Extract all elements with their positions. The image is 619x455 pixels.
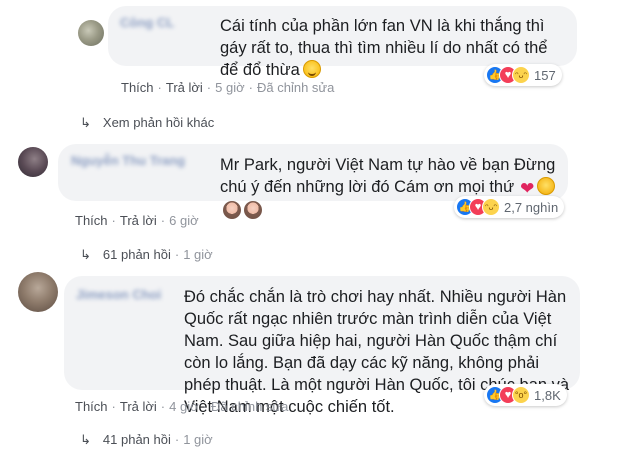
replies-link[interactable]: 61 phản hồi	[103, 247, 171, 262]
like-button[interactable]: Thích	[75, 213, 108, 228]
edited-label[interactable]: Đã chỉnh sửa	[257, 80, 334, 95]
reply-arrow-icon: ↳	[80, 432, 91, 447]
reply-button[interactable]: Trả lời	[120, 213, 157, 228]
view-more-replies[interactable]: ↳ Xem phản hồi khác	[80, 115, 214, 131]
like-button[interactable]: Thích	[75, 399, 108, 414]
comment-actions: Thích · Trả lời · 4 giờ · Đã chỉnh sửa	[75, 399, 289, 414]
comment-bubble: Nguyễn Thu Trang Mr Park, người Việt Nam…	[58, 144, 568, 219]
reaction-count: 157	[534, 67, 556, 83]
replies-time: 1 giờ	[183, 432, 213, 447]
comment-bubble: Jimeson Choi Đó chắc chắn là trò chơi ha…	[64, 276, 580, 416]
woman-emoji-icon	[223, 201, 241, 219]
comment-time[interactable]: 6 giờ	[169, 213, 199, 228]
reaction-summary[interactable]: 👍 ♥ °o° 1,8K	[484, 384, 567, 406]
reply-button[interactable]: Trả lời	[120, 399, 157, 414]
avatar[interactable]	[18, 272, 58, 312]
crying-emoji-icon	[537, 177, 556, 195]
reaction-summary[interactable]: 👍 ♥ ᵔᴗᵔ 2,7 nghìn	[454, 196, 565, 218]
comment-author[interactable]: Nguyễn Thu Trang	[71, 153, 185, 168]
avatar[interactable]	[18, 147, 48, 177]
avatar[interactable]	[78, 20, 104, 46]
reaction-count: 2,7 nghìn	[504, 199, 559, 215]
wow-icon: °o°	[512, 386, 530, 404]
comment-bubble: Công CL Cái tính của phần lớn fan VN là …	[108, 6, 577, 79]
reply-arrow-icon: ↳	[80, 115, 91, 130]
edited-label[interactable]: Đã chỉnh sửa	[211, 399, 288, 414]
reply-button[interactable]: Trả lời	[166, 80, 203, 95]
comment-author[interactable]: Công CL	[120, 15, 174, 30]
replies-link[interactable]: Xem phản hồi khác	[103, 115, 214, 130]
like-button[interactable]: Thích	[121, 80, 154, 95]
replies-link[interactable]: 41 phản hồi	[103, 432, 171, 447]
comment-time[interactable]: 5 giờ	[215, 80, 245, 95]
comment-author[interactable]: Jimeson Choi	[76, 287, 161, 302]
smile-emoji-icon	[302, 60, 321, 78]
view-replies[interactable]: ↳ 41 phản hồi · 1 giờ	[80, 432, 213, 448]
reaction-count: 1,8K	[534, 387, 561, 403]
reaction-summary[interactable]: 👍 ♥ ᵔᴗᵔ 157	[484, 64, 562, 86]
woman-emoji-icon	[244, 201, 262, 219]
haha-icon: ᵔᴗᵔ	[482, 198, 500, 216]
reply-arrow-icon: ↳	[80, 247, 91, 262]
view-replies[interactable]: ↳ 61 phản hồi · 1 giờ	[80, 247, 213, 263]
comment-time[interactable]: 4 giờ	[169, 399, 199, 414]
replies-time: 1 giờ	[183, 247, 213, 262]
haha-icon: ᵔᴗᵔ	[512, 66, 530, 84]
comment-actions: Thích · Trả lời · 6 giờ	[75, 213, 199, 228]
comment-actions: Thích · Trả lời · 5 giờ · Đã chỉnh sửa	[121, 80, 335, 95]
